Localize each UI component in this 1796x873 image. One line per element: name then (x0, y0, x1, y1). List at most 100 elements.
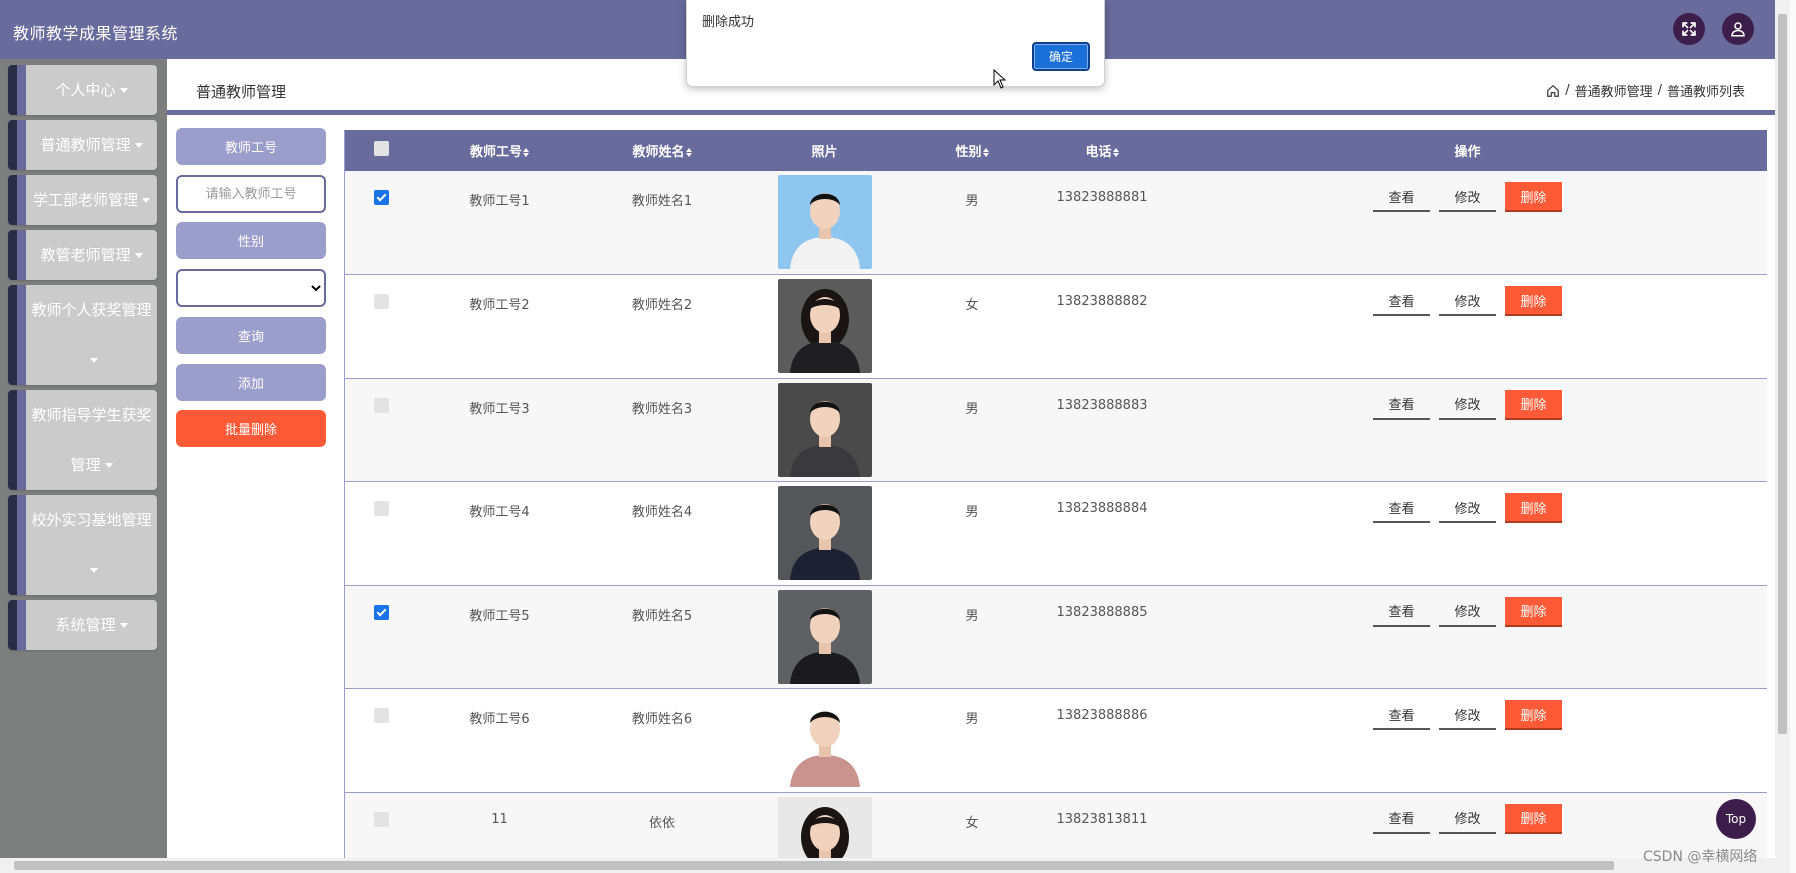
cell-teacher-id: 教师工号6 (469, 712, 530, 727)
row-checkbox[interactable] (373, 708, 389, 723)
view-button[interactable]: 查看 (1373, 804, 1430, 834)
app-title: 教师教学成果管理系统 (13, 24, 179, 43)
breadcrumb-item: 普通教师列表 (1666, 85, 1745, 100)
fullscreen-icon (1682, 22, 1696, 36)
cell-teacher-id: 教师工号3 (469, 401, 530, 417)
cell-teacher-name: 教师姓名6 (631, 712, 693, 727)
sidebar-item-label: 学工部老师管理 (32, 191, 138, 209)
row-actions: 查看 修改 删除 (1167, 286, 1767, 316)
dialog-message: 删除成功 (702, 15, 755, 30)
edit-button[interactable]: 修改 (1439, 700, 1496, 730)
view-button[interactable]: 查看 (1373, 286, 1430, 316)
table-row: 教师工号6 教师姓名6 男 13823888886 查看 修改 删除 (345, 688, 1767, 792)
edit-button[interactable]: 修改 (1439, 390, 1496, 420)
query-button[interactable]: 查询 (176, 317, 326, 354)
user-button[interactable] (1722, 13, 1754, 45)
delete-button[interactable]: 删除 (1505, 286, 1562, 316)
row-actions: 查看 修改 删除 (1167, 493, 1767, 523)
row-checkbox[interactable] (373, 190, 389, 205)
edit-button[interactable]: 修改 (1439, 597, 1496, 627)
sidebar-item-personal-awards[interactable]: 教师个人获奖管理 (8, 285, 157, 385)
select-all-checkbox[interactable] (373, 141, 389, 156)
row-actions: 查看 修改 删除 (1167, 182, 1767, 212)
breadcrumb-item[interactable]: 普通教师管理 (1575, 81, 1653, 100)
user-icon (1731, 22, 1745, 37)
sort-icon (982, 148, 989, 157)
sidebar-item-academic-affairs[interactable]: 教管老师管理 (8, 230, 157, 280)
edit-button[interactable]: 修改 (1439, 286, 1496, 316)
alert-dialog: 删除成功 确定 (686, 0, 1105, 87)
delete-button[interactable]: 删除 (1505, 596, 1562, 627)
delete-button[interactable]: 删除 (1505, 700, 1562, 730)
column-header[interactable]: 教师工号 (417, 130, 582, 171)
add-button[interactable]: 添加 (176, 364, 326, 401)
sidebar-item-student-affairs[interactable]: 学工部老师管理 (8, 175, 157, 225)
dialog-ok-button[interactable]: 确定 (1032, 42, 1090, 71)
sidebar-item-internship-bases[interactable]: 校外实习基地管理 (8, 495, 157, 595)
edit-button[interactable]: 修改 (1439, 804, 1496, 834)
view-button[interactable]: 查看 (1373, 597, 1430, 627)
cell-teacher-id: 教师工号4 (469, 505, 530, 520)
delete-button[interactable]: 删除 (1505, 493, 1562, 523)
home-icon[interactable] (1546, 84, 1560, 98)
vertical-scrollbar[interactable] (1775, 0, 1790, 873)
gender-select[interactable] (176, 269, 326, 307)
caret-down-icon (134, 143, 143, 148)
sidebar-item-teacher-mgmt[interactable]: 普通教师管理 (8, 120, 157, 170)
row-checkbox[interactable] (373, 397, 389, 413)
row-checkbox[interactable] (373, 294, 389, 309)
row-checkbox[interactable] (373, 501, 389, 516)
row-checkbox[interactable] (373, 604, 389, 620)
back-to-top-button[interactable]: Top (1716, 799, 1756, 839)
sidebar-item-personal-center[interactable]: 个人中心 (8, 65, 157, 115)
fullscreen-button[interactable] (1673, 13, 1705, 45)
cell-phone: 13823888883 (1056, 397, 1148, 413)
caret-down-icon (89, 358, 98, 363)
sidebar-item-system[interactable]: 系统管理 (8, 600, 157, 650)
horizontal-scrollbar[interactable] (0, 858, 1775, 873)
cell-phone: 13823888881 (1056, 190, 1148, 205)
caret-down-icon (89, 568, 98, 573)
cell-gender: 女 (965, 815, 979, 831)
edit-button[interactable]: 修改 (1439, 182, 1496, 212)
breadcrumb-separator: / (1657, 83, 1662, 98)
column-header[interactable]: 教师姓名 (582, 130, 742, 171)
sidebar-item-label: 教师指导学生获奖管理 (31, 406, 152, 474)
column-header[interactable]: 性别 (907, 130, 1037, 171)
row-checkbox[interactable] (373, 811, 389, 827)
teacher-photo (777, 175, 872, 269)
sort-icon (523, 148, 529, 157)
delete-button[interactable]: 删除 (1505, 389, 1562, 420)
row-actions: 查看 修改 删除 (1167, 803, 1767, 834)
search-panel: 教师工号 性别 查询 添加 批量删除 (176, 128, 326, 447)
table-header: 教师工号 教师姓名 照片 性别 电话 操作 (345, 130, 1767, 171)
caret-down-icon (142, 198, 150, 203)
edit-button[interactable]: 修改 (1439, 493, 1496, 523)
row-actions: 查看 修改 删除 (1167, 596, 1767, 627)
sidebar-stripe (8, 390, 26, 490)
cell-phone: 13823888884 (1056, 501, 1148, 516)
cell-gender: 女 (965, 298, 979, 313)
scrollbar-thumb[interactable] (1778, 14, 1787, 734)
view-button[interactable]: 查看 (1373, 182, 1430, 212)
cell-phone: 13823888886 (1056, 708, 1148, 723)
delete-button[interactable]: 删除 (1505, 803, 1562, 834)
teacher-photo (777, 382, 872, 477)
delete-button[interactable]: 删除 (1505, 182, 1562, 212)
cell-phone: 13823888882 (1056, 294, 1148, 309)
caret-down-icon (119, 88, 128, 93)
view-button[interactable]: 查看 (1373, 700, 1430, 730)
view-button[interactable]: 查看 (1373, 390, 1430, 420)
row-actions: 查看 修改 删除 (1167, 389, 1767, 420)
cell-teacher-id: 教师工号1 (469, 194, 530, 209)
column-header[interactable]: 电话 (1037, 130, 1167, 171)
teacher-id-input[interactable] (176, 175, 326, 213)
cell-gender: 男 (965, 712, 979, 727)
cell-gender: 男 (965, 608, 979, 624)
view-button[interactable]: 查看 (1373, 493, 1430, 523)
scrollbar-thumb[interactable] (14, 861, 1614, 870)
table-row: 教师工号1 教师姓名1 男 13823888881 查看 修改 删除 (345, 171, 1767, 275)
sidebar-item-student-awards[interactable]: 教师指导学生获奖管理 (8, 390, 157, 490)
sidebar-stripe (8, 175, 26, 225)
batch-delete-button[interactable]: 批量删除 (176, 410, 326, 447)
